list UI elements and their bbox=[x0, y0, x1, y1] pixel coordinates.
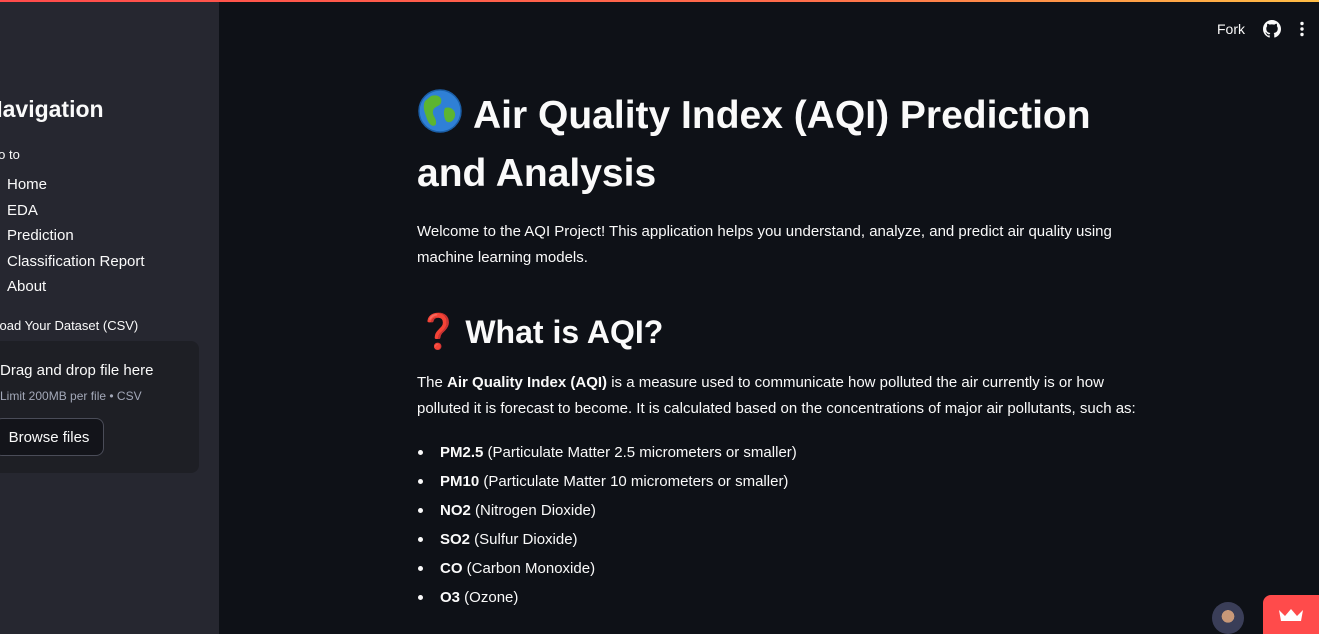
pollutant-desc: (Nitrogen Dioxide) bbox=[470, 502, 596, 519]
list-item: NO2 (Nitrogen Dioxide) bbox=[417, 496, 1137, 525]
pollutant-name: PM10 bbox=[440, 473, 480, 490]
section-heading: ❓ What is AQI? bbox=[417, 310, 1137, 354]
pollutant-desc: (Ozone) bbox=[460, 589, 519, 606]
welcome-text: Welcome to the AQI Project! This applica… bbox=[417, 223, 1112, 266]
nav-item-prediction[interactable]: Prediction bbox=[7, 223, 145, 249]
sidebar-title: Navigation bbox=[0, 96, 104, 122]
list-item: O3 (Ozone) bbox=[417, 583, 1137, 612]
list-item: SO2 (Sulfur Dioxide) bbox=[417, 525, 1137, 554]
pollutant-desc: (Particulate Matter 10 micrometers or sm… bbox=[479, 473, 789, 490]
crown-icon bbox=[1279, 608, 1303, 621]
header-actions: Fork bbox=[1217, 20, 1305, 38]
file-dropzone[interactable]: Drag and drop file here Limit 200MB per … bbox=[0, 341, 199, 473]
nav-radio-label: Go to bbox=[0, 147, 20, 162]
pollutant-name: PM2.5 bbox=[440, 444, 484, 461]
streamlit-badge[interactable] bbox=[1263, 595, 1319, 634]
nav-item-about[interactable]: About bbox=[7, 274, 145, 300]
main-content: Air Quality Index (AQI) Prediction and A… bbox=[417, 88, 1137, 612]
list-item: CO (Carbon Monoxide) bbox=[417, 554, 1137, 583]
nav-item-home[interactable]: Home bbox=[7, 172, 145, 198]
pollutant-name: CO bbox=[440, 560, 463, 577]
pollutant-name: O3 bbox=[440, 589, 461, 606]
pollutant-list: PM2.5 (Particulate Matter 2.5 micrometer… bbox=[417, 438, 1137, 612]
aqi-description: The Air Quality Index (AQI) is a measure… bbox=[417, 370, 1137, 421]
upload-label: Upload Your Dataset (CSV) bbox=[0, 318, 139, 333]
list-item: PM10 (Particulate Matter 10 micrometers … bbox=[417, 467, 1137, 496]
pollutant-desc: (Carbon Monoxide) bbox=[462, 560, 596, 577]
nav-radio-group: Home EDA Prediction Classification Repor… bbox=[7, 172, 145, 300]
github-icon[interactable] bbox=[1263, 20, 1281, 38]
globe-icon bbox=[417, 88, 463, 148]
pollutant-name: NO2 bbox=[440, 502, 471, 519]
desc-bold: Air Quality Index (AQI) bbox=[447, 374, 608, 391]
sidebar: Navigation Go to Home EDA Prediction Cla… bbox=[0, 2, 219, 634]
fork-button[interactable]: Fork bbox=[1217, 21, 1245, 37]
avatar[interactable] bbox=[1212, 602, 1244, 634]
pollutant-desc: (Particulate Matter 2.5 micrometers or s… bbox=[483, 444, 797, 461]
nav-item-classification-report[interactable]: Classification Report bbox=[7, 249, 145, 275]
page-title-text: Air Quality Index (AQI) Prediction and A… bbox=[417, 94, 1091, 195]
list-item: PM2.5 (Particulate Matter 2.5 micrometer… bbox=[417, 438, 1137, 467]
kebab-menu-icon[interactable] bbox=[1299, 21, 1305, 37]
dropzone-text: Drag and drop file here bbox=[0, 362, 154, 379]
question-mark-icon: ❓ bbox=[417, 313, 460, 351]
nav-item-eda[interactable]: EDA bbox=[7, 198, 145, 224]
pollutant-desc: (Sulfur Dioxide) bbox=[470, 531, 578, 548]
dropzone-limit-text: Limit 200MB per file • CSV bbox=[0, 389, 142, 403]
pollutant-name: SO2 bbox=[440, 531, 471, 548]
section-heading-text: What is AQI? bbox=[465, 314, 664, 350]
desc-prefix: The bbox=[417, 374, 448, 391]
page-title: Air Quality Index (AQI) Prediction and A… bbox=[417, 88, 1137, 200]
browse-files-button[interactable]: Browse files bbox=[0, 418, 104, 456]
